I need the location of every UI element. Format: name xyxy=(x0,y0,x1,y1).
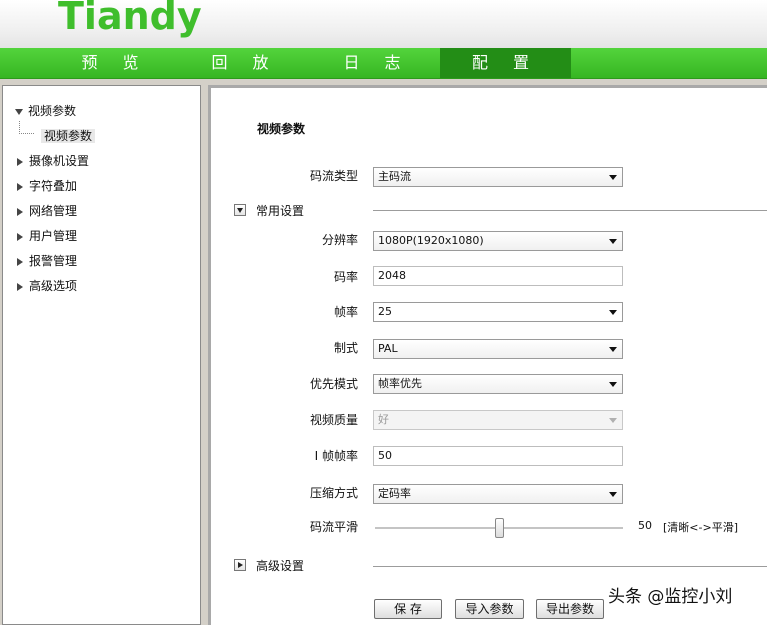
tree-item-label: 高级选项 xyxy=(29,279,78,293)
compression-label: 压缩方式 xyxy=(309,486,358,500)
tree-item-label: 用户管理 xyxy=(29,229,78,243)
tree-item-label: 摄像机设置 xyxy=(29,154,90,168)
smooth-hint: [清晰<->平滑] xyxy=(663,521,738,534)
expand-box-icon xyxy=(234,559,246,571)
dropdown-arrow-icon xyxy=(609,492,617,497)
tree-item-osd[interactable]: 字符叠加 xyxy=(15,176,77,196)
dropdown-arrow-icon xyxy=(609,175,617,180)
stream-type-value: 主码流 xyxy=(378,170,411,183)
quality-value: 好 xyxy=(378,413,389,426)
tiandy-logo: Tiandy xyxy=(58,0,202,38)
smooth-slider-thumb[interactable] xyxy=(495,518,504,538)
compression-select[interactable]: 定码率 xyxy=(373,484,623,504)
resolution-select[interactable]: 1080P(1920x1080) xyxy=(373,231,623,251)
tree-item-network[interactable]: 网络管理 xyxy=(15,201,77,221)
tree-item-label: 视频参数 xyxy=(28,104,77,118)
collapse-box-icon xyxy=(234,204,246,216)
priority-select[interactable]: 帧率优先 xyxy=(373,374,623,394)
tree-item-advanced[interactable]: 高级选项 xyxy=(15,276,77,296)
bitrate-input[interactable]: 2048 xyxy=(373,266,623,286)
standard-select[interactable]: PAL xyxy=(373,339,623,359)
tree-connector-line xyxy=(19,121,34,134)
dropdown-arrow-icon xyxy=(609,382,617,387)
dropdown-arrow-icon xyxy=(609,310,617,315)
stream-type-select[interactable]: 主码流 xyxy=(373,167,623,187)
resolution-label: 分辨率 xyxy=(321,233,358,247)
tab-preview[interactable]: 预 览 xyxy=(60,48,170,78)
standard-label: 制式 xyxy=(333,341,358,355)
framerate-value: 25 xyxy=(378,305,392,318)
iframe-label: I 帧帧率 xyxy=(314,449,358,463)
dropdown-arrow-icon xyxy=(609,239,617,244)
framerate-label: 帧率 xyxy=(333,305,358,319)
tree-item-video-params[interactable]: 视频参数 xyxy=(15,101,76,121)
tree-item-video-params-child[interactable]: 视频参数 xyxy=(41,126,96,146)
tree-item-label: 字符叠加 xyxy=(29,179,78,193)
tree-item-label: 报警管理 xyxy=(29,254,78,268)
dropdown-arrow-icon xyxy=(609,347,617,352)
collapsed-triangle-icon xyxy=(17,282,23,291)
resolution-value: 1080P(1920x1080) xyxy=(378,234,484,247)
smooth-label: 码流平滑 xyxy=(309,520,358,534)
collapsed-triangle-icon xyxy=(17,257,23,266)
save-button[interactable]: 保 存 xyxy=(374,599,442,619)
priority-value: 帧率优先 xyxy=(378,377,422,390)
compression-value: 定码率 xyxy=(378,487,411,500)
priority-label: 优先模式 xyxy=(309,377,358,391)
tree-item-label: 网络管理 xyxy=(29,204,78,218)
collapsed-triangle-icon xyxy=(17,157,23,166)
source-watermark: 头条 @监控小刘 xyxy=(608,587,733,607)
header-banner: Tiandy xyxy=(0,0,767,48)
collapsed-triangle-icon xyxy=(17,182,23,191)
standard-value: PAL xyxy=(378,342,398,355)
group-divider xyxy=(373,210,767,211)
tree-item-camera-settings[interactable]: 摄像机设置 xyxy=(15,151,89,171)
import-params-button[interactable]: 导入参数 xyxy=(455,599,524,619)
main-nav: 预 览 回 放 日 志 配 置 xyxy=(0,48,767,79)
tree-item-alarm[interactable]: 报警管理 xyxy=(15,251,77,271)
collapsed-triangle-icon xyxy=(17,207,23,216)
framerate-select[interactable]: 25 xyxy=(373,302,623,322)
export-params-button[interactable]: 导出参数 xyxy=(536,599,604,619)
collapsed-triangle-icon xyxy=(17,232,23,241)
quality-label: 视频质量 xyxy=(309,413,358,427)
expanded-triangle-icon xyxy=(15,108,23,115)
common-settings-label: 常用设置 xyxy=(256,204,305,218)
tab-log[interactable]: 日 志 xyxy=(322,48,432,78)
iframe-input[interactable]: 50 xyxy=(373,446,623,466)
group-divider xyxy=(373,566,767,567)
page-title: 视频参数 xyxy=(257,122,306,136)
tree-item-label: 视频参数 xyxy=(41,129,96,143)
advanced-settings-label: 高级设置 xyxy=(256,559,305,573)
quality-select: 好 xyxy=(373,410,623,430)
smooth-value: 50 xyxy=(638,519,652,532)
dropdown-arrow-icon xyxy=(609,418,617,423)
bitrate-label: 码率 xyxy=(333,270,358,284)
tab-playback[interactable]: 回 放 xyxy=(190,48,300,78)
tree-item-users[interactable]: 用户管理 xyxy=(15,226,77,246)
tab-config[interactable]: 配 置 xyxy=(440,48,571,78)
stream-type-label: 码流类型 xyxy=(309,169,358,183)
